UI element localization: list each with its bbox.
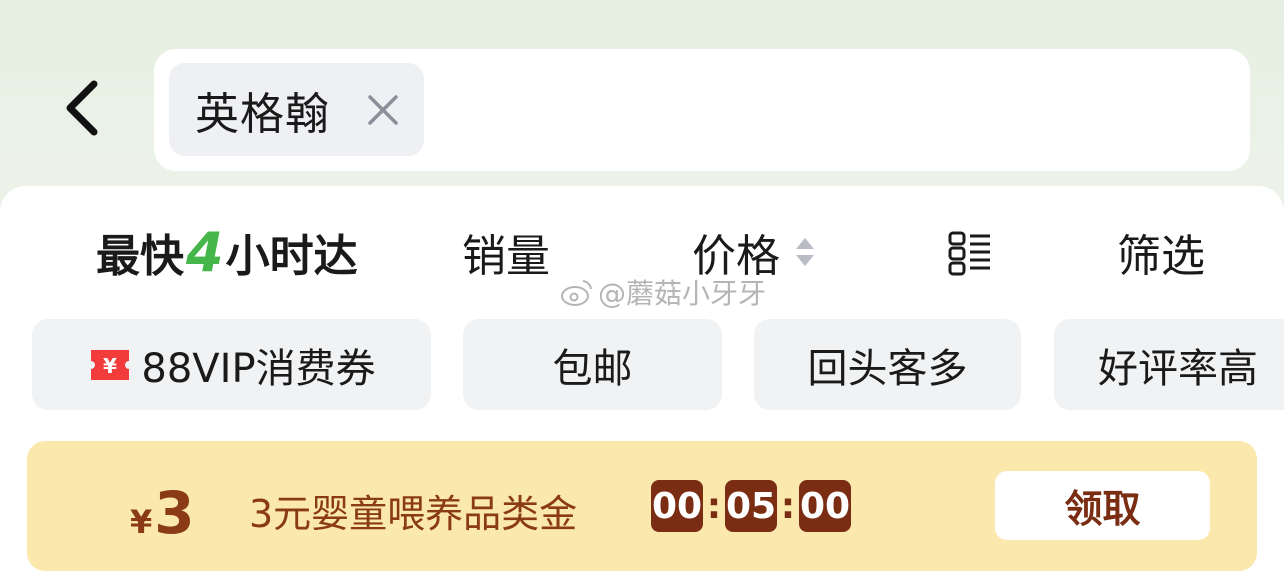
countdown-timer: 00 : 05 : 00 <box>651 480 851 532</box>
tag-88vip-label: 88VIP消费券 <box>141 345 376 392</box>
timer-separator: : <box>780 485 796 527</box>
weibo-icon <box>561 280 592 306</box>
list-view-icon[interactable] <box>948 230 994 276</box>
svg-text:¥: ¥ <box>103 354 117 378</box>
sort-sales-label: 销量 <box>462 231 550 282</box>
filter-button[interactable]: 筛选 <box>1117 220 1205 284</box>
timer-minutes: 05 <box>725 480 777 532</box>
promo-value: 3 <box>154 479 195 547</box>
promo-currency: ¥ <box>130 503 153 541</box>
chevron-left-icon <box>66 80 98 136</box>
sort-fast-delivery[interactable]: 最快 4 小时达 <box>96 220 358 284</box>
fast-delivery-hours: 4 <box>186 220 224 284</box>
search-input[interactable]: 英格翰 <box>154 49 1250 171</box>
claim-button[interactable]: 领取 <box>995 471 1210 540</box>
results-panel: 最快 4 小时达 销量 价格 筛选 @蘑菇小牙牙 ¥ 88VIP消费券 包邮 回… <box>0 186 1284 575</box>
tag-repeat-customers-label: 回头客多 <box>807 345 968 392</box>
timer-hours: 00 <box>651 480 703 532</box>
claim-button-label: 领取 <box>1064 487 1141 531</box>
timer-seconds: 00 <box>799 480 851 532</box>
fast-delivery-prefix: 最快 <box>96 231 184 282</box>
close-icon[interactable] <box>364 91 402 129</box>
tag-repeat-customers[interactable]: 回头客多 <box>754 319 1021 410</box>
watermark-text: @蘑菇小牙牙 <box>598 277 767 310</box>
coupon-icon: ¥ <box>91 349 130 380</box>
back-button[interactable] <box>52 70 112 146</box>
search-keyword-chip[interactable]: 英格翰 <box>169 63 424 156</box>
promo-banner: ¥ 3 3元婴童喂养品类金 00 : 05 : 00 领取 <box>27 441 1257 571</box>
sort-sales[interactable]: 销量 <box>462 220 550 284</box>
tag-free-shipping[interactable]: 包邮 <box>463 319 722 410</box>
tag-88vip-coupon[interactable]: ¥ 88VIP消费券 <box>32 319 431 410</box>
tag-free-shipping-label: 包邮 <box>552 345 633 392</box>
watermark: @蘑菇小牙牙 <box>560 274 766 310</box>
promo-amount: ¥ 3 <box>130 479 195 547</box>
promo-description: 3元婴童喂养品类金 <box>249 492 578 536</box>
fast-delivery-suffix: 小时达 <box>225 231 358 282</box>
timer-separator: : <box>706 485 722 527</box>
tag-high-rating-label: 好评率高 <box>1098 345 1258 392</box>
sort-arrows-icon <box>796 238 814 266</box>
tag-high-rating[interactable]: 好评率高 <box>1054 319 1284 410</box>
search-keyword-label: 英格翰 <box>195 88 330 140</box>
filter-label: 筛选 <box>1117 231 1205 282</box>
